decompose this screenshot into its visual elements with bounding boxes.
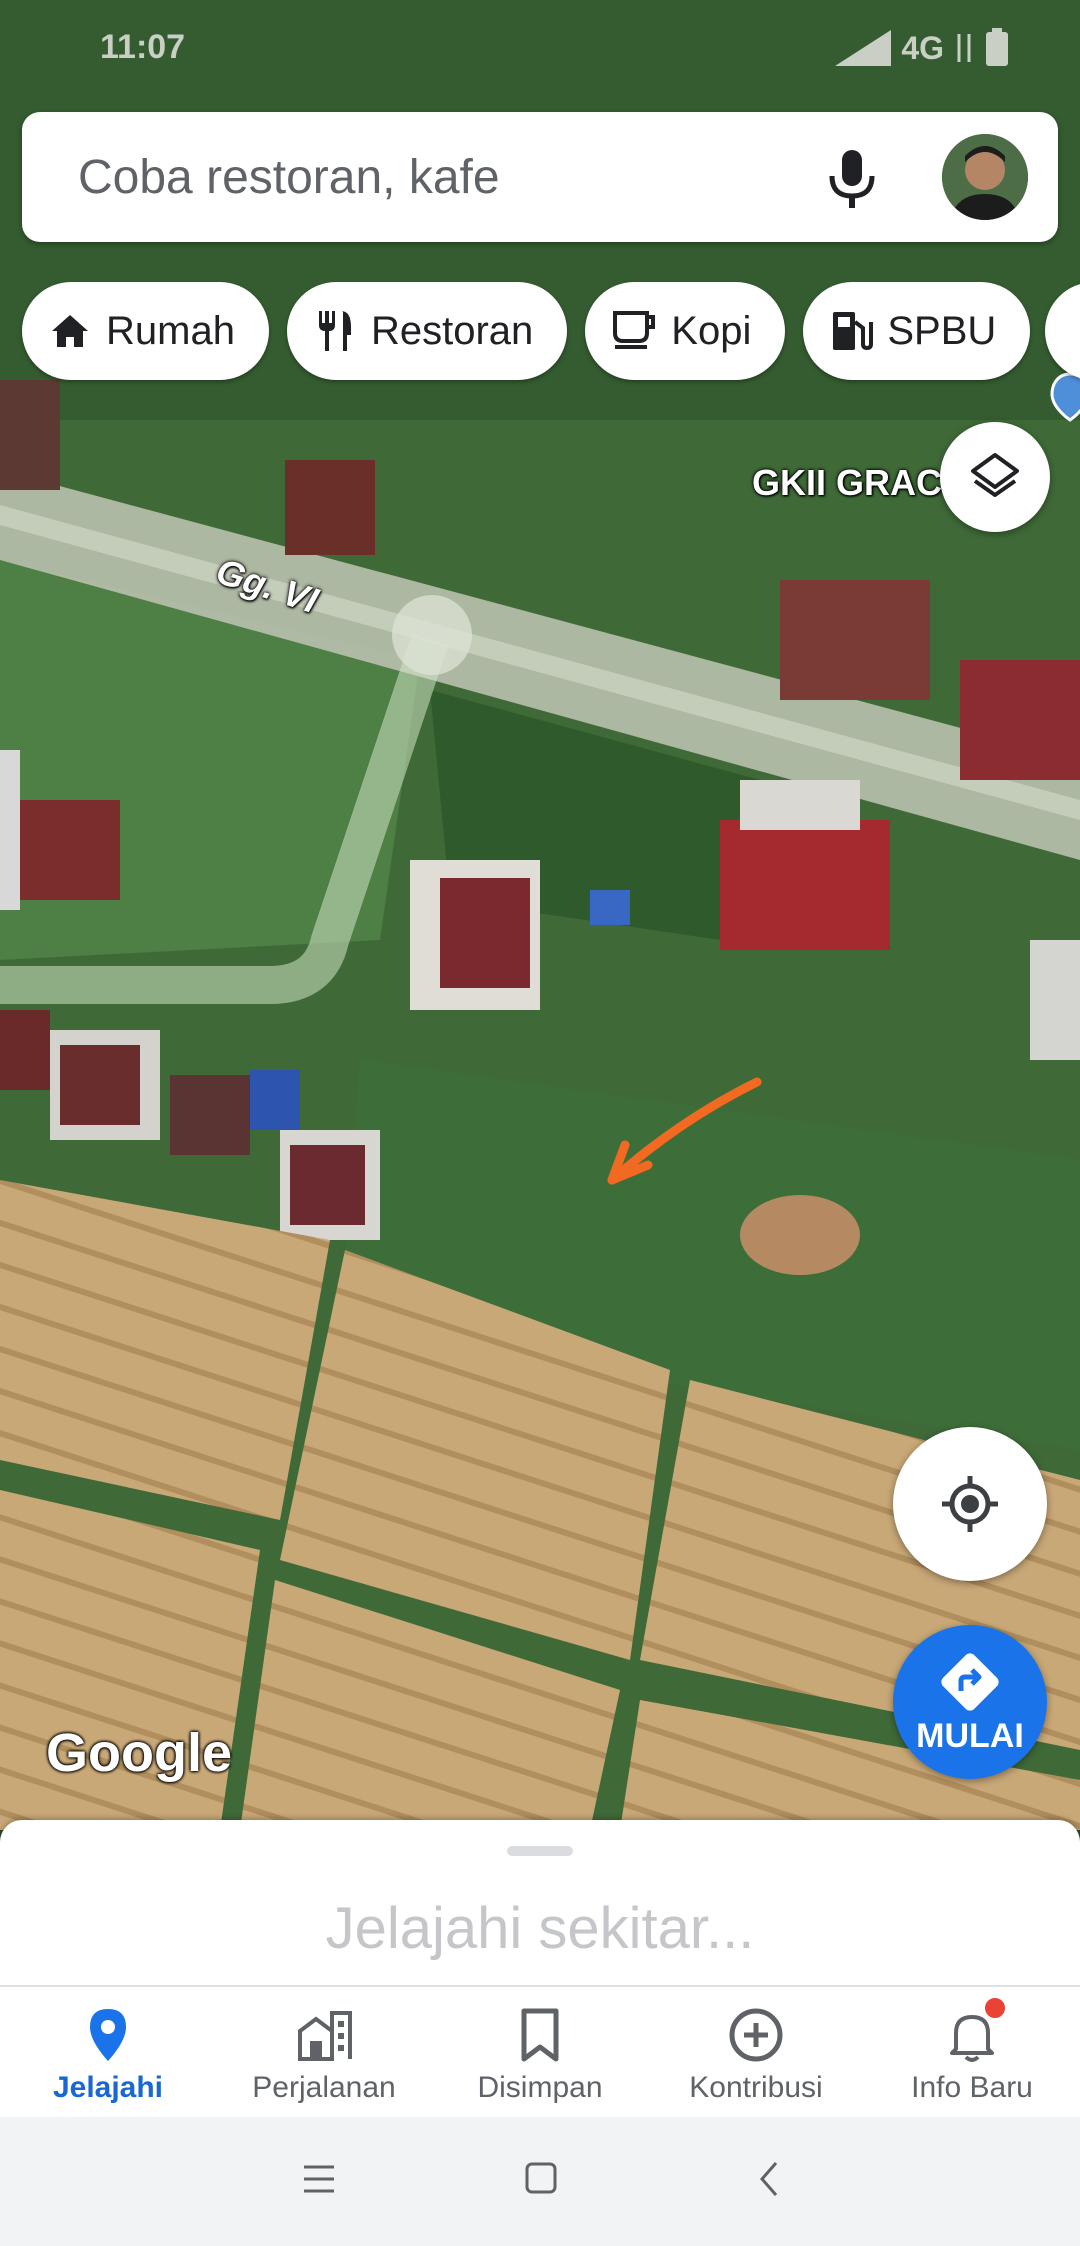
chip-label: Restoran — [370, 308, 534, 353]
layers-icon — [971, 453, 1019, 497]
chip-label: SPBU — [887, 308, 997, 353]
google-logo: Google — [46, 1723, 232, 1783]
search-input[interactable]: Coba restoran, kafe — [78, 150, 500, 205]
square-home-icon — [525, 2162, 557, 2194]
recents-button[interactable] — [302, 2159, 336, 2204]
my-location-icon — [942, 1476, 998, 1532]
poi-marker-icon[interactable] — [1050, 372, 1080, 422]
explore-sheet[interactable]: Jelajahi sekitar... — [0, 1820, 1080, 1985]
search-bar[interactable]: Coba restoran, kafe — [22, 112, 1058, 242]
menu-icon — [304, 2165, 334, 2193]
nav-explore-label: Jelajahi — [52, 2071, 164, 2104]
nav-saved[interactable]: Disimpan — [432, 1987, 648, 2117]
add-circle-icon — [729, 2008, 783, 2062]
chip-label: Kopi — [671, 308, 752, 353]
microphone-icon[interactable] — [822, 146, 882, 210]
nav-explore[interactable]: Jelajahi — [0, 1987, 216, 2117]
back-button[interactable] — [752, 2159, 786, 2204]
battery-icon — [986, 28, 1008, 66]
notification-badge — [982, 1995, 1008, 2021]
nav-contribute[interactable]: Kontribusi — [648, 1987, 864, 2117]
start-navigation-label: MULAI — [916, 1717, 1024, 1755]
nav-updates-label: Info Baru — [911, 2071, 1033, 2104]
status-icons: 4G — [835, 28, 1010, 68]
back-chevron-icon — [760, 2162, 778, 2196]
category-chips: Rumah Restoran Kopi SPBU — [22, 282, 1031, 382]
chip-gas-station[interactable]: SPBU — [803, 282, 1031, 380]
chip-restaurant[interactable]: Restoran — [286, 282, 568, 380]
home-button[interactable] — [524, 2159, 558, 2204]
nav-commute[interactable]: Perjalanan — [216, 1987, 432, 2117]
nav-saved-label: Disimpan — [477, 2071, 603, 2104]
directions-icon — [941, 1653, 999, 1711]
status-bar: 11:07 4G — [0, 0, 1080, 92]
status-time: 11:07 — [100, 28, 186, 66]
poi-label[interactable]: GKII GRACE — [752, 462, 966, 504]
home-icon — [52, 315, 88, 347]
account-avatar[interactable] — [942, 134, 1028, 220]
sheet-title: Jelajahi sekitar... — [325, 1896, 755, 1961]
chip-coffee[interactable]: Kopi — [585, 282, 786, 380]
avatar-image — [942, 134, 1028, 220]
nav-commute-label: Perjalanan — [252, 2071, 396, 2104]
data-transfer-icon — [957, 34, 971, 62]
bottom-navigation: Jelajahi Perjalanan Disimpan Kontribusi … — [0, 1985, 1080, 2117]
sheet-drag-handle[interactable] — [507, 1846, 573, 1856]
system-navigation-bar — [0, 2117, 1080, 2246]
network-type: 4G — [901, 29, 944, 66]
my-location-button[interactable] — [893, 1427, 1047, 1581]
chip-label: Rumah — [106, 308, 235, 353]
commute-building-icon — [298, 2011, 352, 2061]
layers-button[interactable] — [940, 422, 1050, 532]
gas-station-icon — [833, 312, 874, 351]
signal-icon — [835, 30, 892, 66]
restaurant-icon — [318, 311, 351, 351]
nav-updates[interactable]: Info Baru — [864, 1987, 1080, 2117]
chip-home[interactable]: Rumah — [22, 282, 269, 380]
location-pin-icon — [90, 2009, 126, 2061]
bookmark-icon — [521, 2008, 559, 2062]
nav-contribute-label: Kontribusi — [689, 2071, 823, 2104]
start-navigation-button[interactable]: MULAI — [893, 1625, 1047, 1779]
coffee-icon — [613, 311, 656, 349]
